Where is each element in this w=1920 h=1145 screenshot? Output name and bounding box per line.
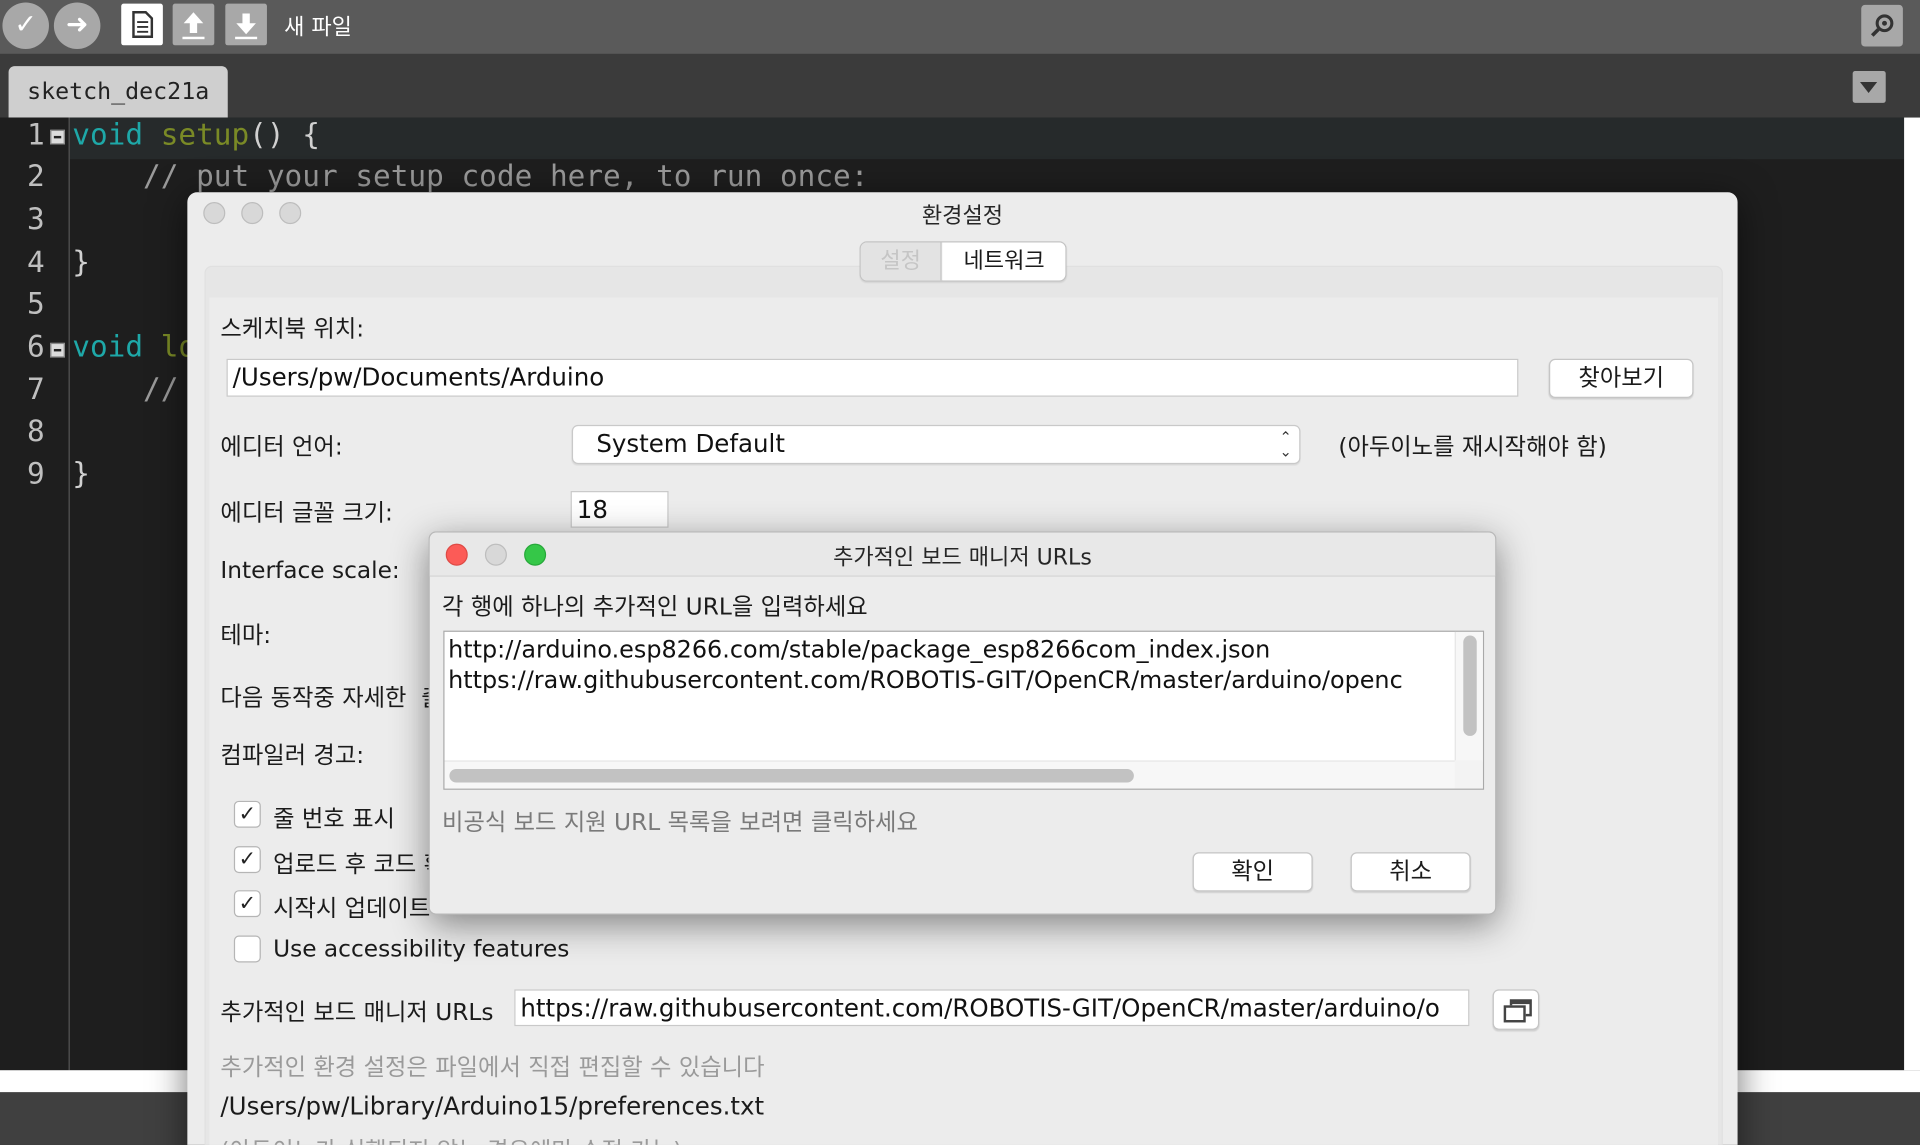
- checkmark-icon: ✓: [14, 9, 38, 41]
- code-comment: //: [72, 372, 179, 407]
- edit-when-closed-note: (아두이노가 실행되지 않는 경우에만 수정 가능): [220, 1133, 682, 1145]
- verify-button[interactable]: ✓: [2, 2, 49, 49]
- line-number: 1: [26, 117, 45, 152]
- tab-settings[interactable]: 설정: [860, 242, 942, 281]
- interface-scale-label: Interface scale:: [220, 557, 400, 585]
- checkbox-verify-after-upload[interactable]: ✓: [233, 846, 261, 874]
- current-line-highlight: [69, 117, 1905, 160]
- browse-button[interactable]: 찾아보기: [1548, 358, 1694, 398]
- updown-chevron-icon: ⌃ ⌄: [1279, 428, 1292, 461]
- board-urls-instruction: 각 행에 하나의 추가적인 URL을 입력하세요: [442, 593, 868, 621]
- board-urls-label: 추가적인 보드 매니저 URLs: [220, 999, 494, 1027]
- line-number-gutter: 1 2 3 4 5 6 7 8 9: [0, 117, 70, 1071]
- document-icon: [132, 11, 154, 38]
- upload-button[interactable]: ➜: [53, 2, 101, 49]
- editor-scrollbar[interactable]: [1904, 117, 1920, 1071]
- code-comment: // put your setup code here, to run once…: [72, 159, 869, 194]
- line-number: 3: [26, 202, 45, 237]
- verbose-output-text: 다음 동작중 자세한: [220, 684, 407, 712]
- board-urls-title: 추가적인 보드 매니저 URLs: [833, 544, 1092, 571]
- tab-menu-button[interactable]: [1852, 71, 1886, 103]
- line-number: 7: [26, 372, 45, 407]
- cancel-button[interactable]: 취소: [1350, 852, 1471, 892]
- checkmark-icon: ✓: [238, 847, 257, 872]
- ok-button[interactable]: 확인: [1192, 852, 1313, 892]
- tab-network[interactable]: 네트워크: [942, 242, 1066, 281]
- fold-marker-icon[interactable]: [50, 342, 65, 358]
- arrow-right-icon: ➜: [65, 9, 89, 41]
- url-line: http://arduino.esp8266.com/stable/packag…: [448, 635, 1271, 664]
- verbose-output-label: 다음 동작중 자세한 출: [220, 680, 442, 713]
- editor-language-label: 에디터 언어:: [220, 433, 343, 461]
- save-sketch-button[interactable]: [225, 3, 267, 46]
- code-keyword: void: [72, 329, 144, 364]
- line-numbers-label: 줄 번호 표시: [273, 805, 395, 833]
- checkbox-line-numbers[interactable]: ✓: [233, 800, 261, 828]
- preferences-file-path[interactable]: /Users/pw/Library/Arduino15/preferences.…: [220, 1091, 764, 1120]
- code-line: }: [72, 244, 90, 280]
- arduino-ide-window: ✓ ➜ 새 파일 sketch_dec21a 1 2 3 4 5 6 7 8 9…: [0, 0, 1920, 1145]
- line-number: 5: [26, 286, 45, 321]
- unofficial-boards-link[interactable]: 비공식 보드 지원 URL 목록을 보려면 클릭하세요: [442, 804, 918, 837]
- vertical-scroll-thumb[interactable]: [1463, 635, 1477, 736]
- sketchbook-location-field[interactable]: /Users/pw/Documents/Arduino: [226, 358, 1519, 397]
- horizontal-scroll-thumb[interactable]: [449, 768, 1134, 783]
- sketch-tab-bar: sketch_dec21a: [0, 53, 1920, 118]
- edit-board-urls-button[interactable]: [1492, 989, 1540, 1030]
- editor-language-value: System Default: [596, 428, 785, 458]
- line-number: 6: [26, 329, 45, 364]
- font-size-field[interactable]: 18: [570, 491, 669, 528]
- sketchbook-location-label: 스케치북 위치:: [220, 315, 365, 343]
- magnifier-icon: [1870, 14, 1894, 37]
- toolbar: ✓ ➜ 새 파일: [0, 0, 1920, 54]
- fold-marker-icon[interactable]: [50, 129, 65, 145]
- code-keyword: void: [72, 117, 144, 152]
- code-function: setup: [160, 117, 250, 152]
- toolbar-hover-label: 새 파일: [284, 14, 352, 41]
- horizontal-scrollbar[interactable]: [444, 760, 1456, 789]
- open-sketch-button[interactable]: [172, 3, 215, 46]
- checkbox-accessibility[interactable]: [233, 935, 261, 963]
- code-line: void lo: [72, 329, 196, 363]
- more-preferences-note: 추가적인 환경 설정은 파일에서 직접 편집할 수 있습니다: [220, 1054, 765, 1082]
- code-line: void setup() {: [72, 118, 320, 152]
- preferences-tabs: 설정 네트워크: [859, 241, 1067, 282]
- theme-label: 테마:: [220, 622, 272, 649]
- editor-language-select[interactable]: System Default ⌃ ⌄: [571, 424, 1301, 465]
- restart-note: (아두이노를 재시작해야 함): [1338, 433, 1607, 461]
- vertical-scrollbar[interactable]: [1454, 631, 1483, 762]
- code-text: () {: [249, 117, 320, 152]
- accessibility-label: Use accessibility features: [273, 935, 570, 963]
- scroll-corner: [1454, 760, 1483, 789]
- font-size-label: 에디터 글꼴 크기:: [220, 499, 393, 527]
- verify-after-upload-label: 업로드 후 코드 확: [273, 851, 446, 878]
- serial-monitor-button[interactable]: [1861, 4, 1903, 47]
- board-urls-dialog: 추가적인 보드 매니저 URLs 각 행에 하나의 추가적인 URL을 입력하세…: [428, 531, 1497, 915]
- board-urls-textarea[interactable]: http://arduino.esp8266.com/stable/packag…: [443, 630, 1485, 790]
- checkmark-icon: ✓: [238, 891, 257, 916]
- tab-sketch[interactable]: sketch_dec21a: [8, 66, 228, 118]
- line-number: 4: [26, 244, 45, 280]
- checkbox-check-updates[interactable]: ✓: [233, 890, 261, 918]
- line-number: 8: [26, 413, 45, 449]
- new-sketch-button[interactable]: [121, 3, 163, 46]
- compiler-warnings-label: 컴파일러 경고:: [220, 742, 365, 769]
- preferences-title: 환경설정: [921, 203, 1004, 229]
- line-number: 9: [26, 456, 45, 492]
- check-updates-label: 시작시 업데이트: [273, 895, 431, 923]
- line-number: 2: [26, 159, 45, 194]
- url-line: https://raw.githubusercontent.com/ROBOTI…: [448, 666, 1403, 695]
- code-line: }: [72, 456, 90, 492]
- checkmark-icon: ✓: [238, 802, 257, 827]
- arrow-down-icon: [235, 13, 258, 40]
- arrow-up-icon: [182, 12, 205, 40]
- board-urls-field[interactable]: https://raw.githubusercontent.com/ROBOTI…: [514, 989, 1470, 1027]
